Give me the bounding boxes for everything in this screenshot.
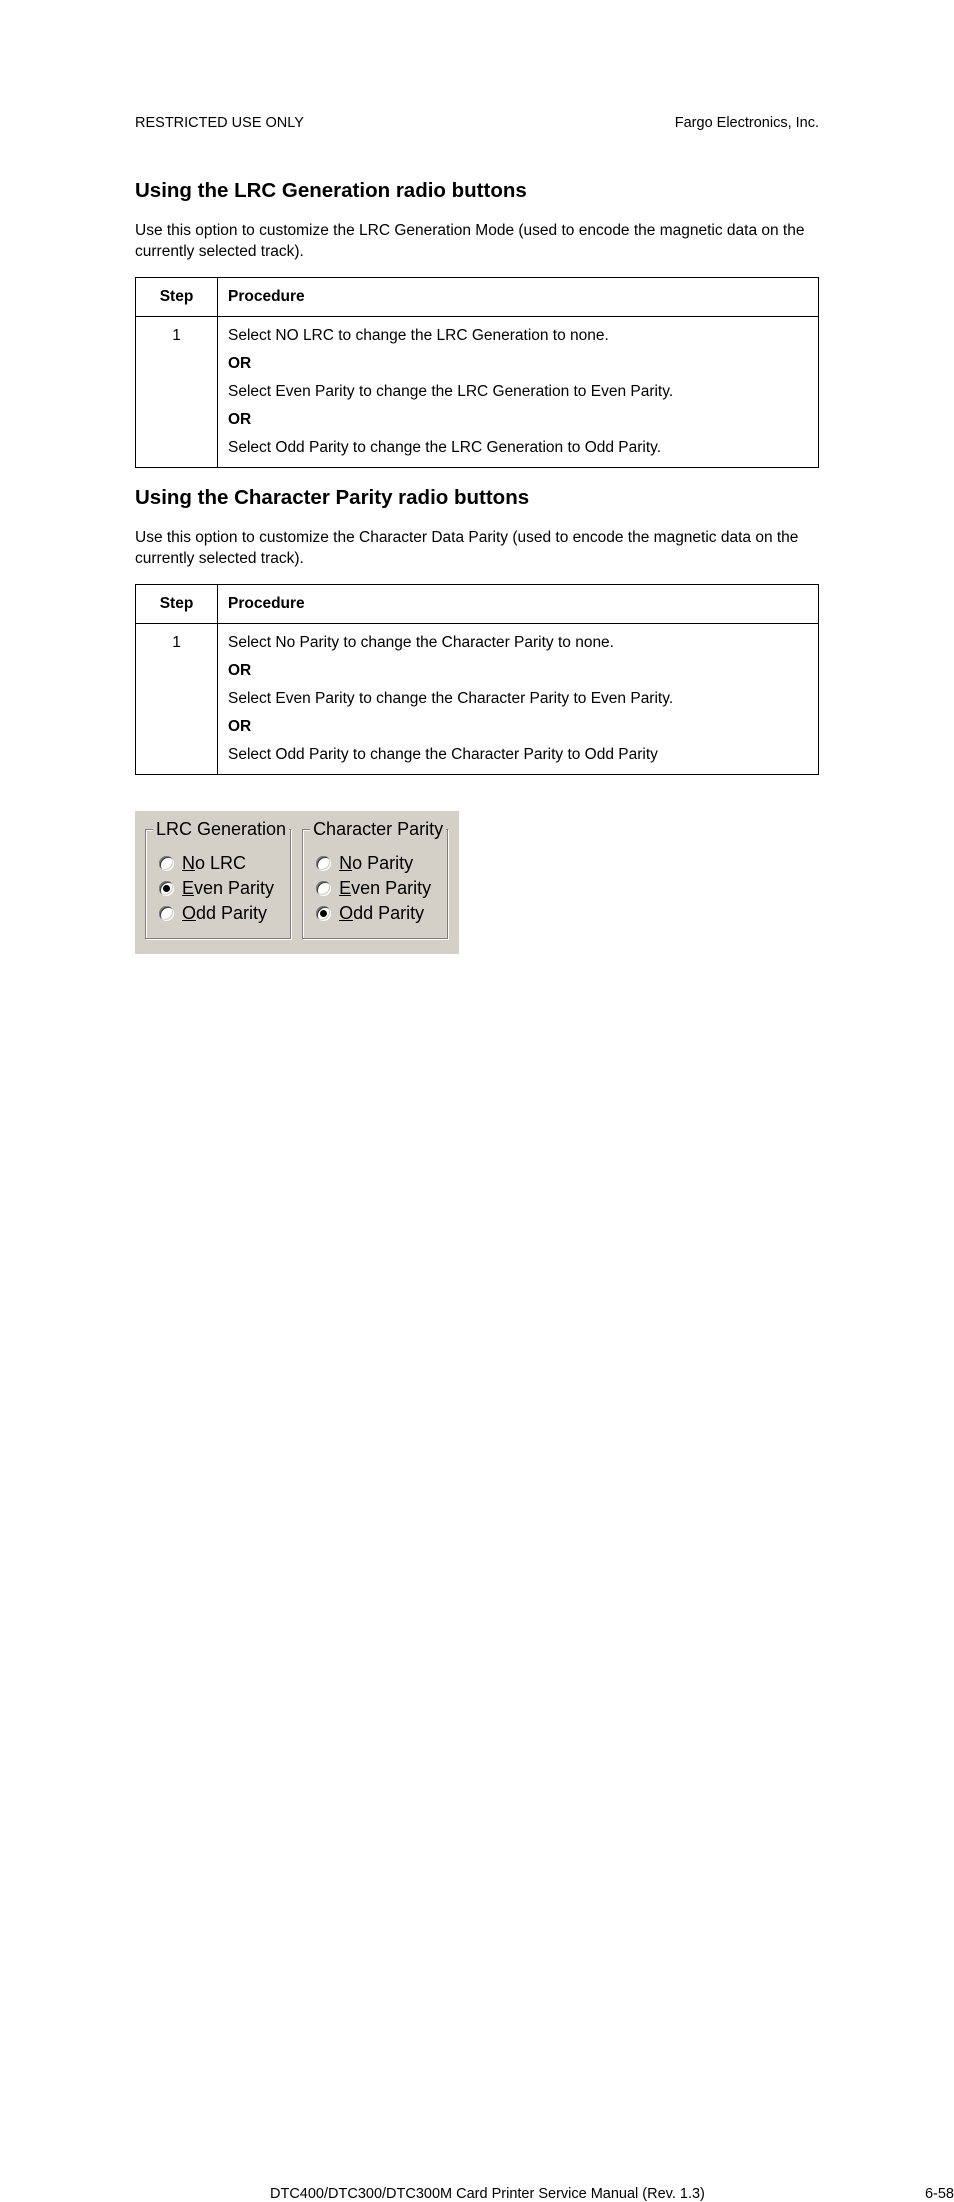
radio-even-parity-lrc[interactable]: Even Parity	[159, 878, 274, 899]
radio-even-parity-char[interactable]: Even Parity	[316, 878, 431, 899]
radio-odd-parity-lrc[interactable]: Odd Parity	[159, 903, 274, 924]
procedure-line: Select Even Parity to change the LRC Gen…	[228, 383, 808, 401]
section2-table: Step Procedure 1 Select No Parity to cha…	[135, 584, 819, 775]
radio-icon	[159, 856, 174, 871]
procedure-cell: Select NO LRC to change the LRC Generati…	[218, 316, 819, 467]
footer-left: DTC400/DTC300/DTC300M Card Printer Servi…	[270, 2186, 705, 2202]
procedure-line: Select Even Parity to change the Charact…	[228, 690, 808, 708]
section2-title: Using the Character Parity radio buttons	[135, 486, 819, 510]
section1-table: Step Procedure 1 Select NO LRC to change…	[135, 277, 819, 468]
procedure-line: Select No Parity to change the Character…	[228, 634, 808, 652]
table-row: 1 Select NO LRC to change the LRC Genera…	[136, 316, 819, 467]
step-number: 1	[136, 623, 218, 774]
table-row: 1 Select No Parity to change the Charact…	[136, 623, 819, 774]
radio-no-lrc[interactable]: No LRC	[159, 853, 274, 874]
footer-right: 6-58	[925, 2186, 954, 2202]
procedure-or: OR	[228, 718, 808, 736]
radio-label: Even Parity	[339, 878, 431, 899]
table-header-procedure: Procedure	[218, 584, 819, 623]
table-header-step: Step	[136, 584, 218, 623]
procedure-or: OR	[228, 355, 808, 373]
procedure-line: Select NO LRC to change the LRC Generati…	[228, 327, 808, 345]
page-footer: DTC400/DTC300/DTC300M Card Printer Servi…	[270, 2186, 954, 2202]
header-left: RESTRICTED USE ONLY	[135, 115, 304, 131]
radio-odd-parity-char[interactable]: Odd Parity	[316, 903, 431, 924]
radio-label: No Parity	[339, 853, 413, 874]
section1-intro: Use this option to customize the LRC Gen…	[135, 221, 819, 263]
procedure-or: OR	[228, 411, 808, 429]
radio-label: Odd Parity	[339, 903, 424, 924]
step-number: 1	[136, 316, 218, 467]
radio-icon	[159, 906, 174, 921]
section1-title: Using the LRC Generation radio buttons	[135, 179, 819, 203]
ui-screenshot-panel: LRC Generation No LRC Even Parity Odd Pa…	[135, 811, 459, 954]
section2-intro: Use this option to customize the Charact…	[135, 528, 819, 570]
radio-label: Odd Parity	[182, 903, 267, 924]
procedure-cell: Select No Parity to change the Character…	[218, 623, 819, 774]
procedure-line: Select Odd Parity to change the Characte…	[228, 746, 808, 764]
table-header-step: Step	[136, 277, 218, 316]
radio-icon	[316, 881, 331, 896]
procedure-line: Select Odd Parity to change the LRC Gene…	[228, 439, 808, 457]
table-header-procedure: Procedure	[218, 277, 819, 316]
radio-no-parity[interactable]: No Parity	[316, 853, 431, 874]
radio-label: Even Parity	[182, 878, 274, 899]
lrc-generation-group: LRC Generation No LRC Even Parity Odd Pa…	[145, 821, 292, 940]
radio-icon	[159, 881, 174, 896]
header-right: Fargo Electronics, Inc.	[675, 115, 819, 131]
radio-icon	[316, 856, 331, 871]
radio-icon	[316, 906, 331, 921]
radio-label: No LRC	[182, 853, 246, 874]
page-header: RESTRICTED USE ONLY Fargo Electronics, I…	[135, 115, 819, 131]
procedure-or: OR	[228, 662, 808, 680]
character-parity-group: Character Parity No Parity Even Parity O…	[302, 821, 449, 940]
